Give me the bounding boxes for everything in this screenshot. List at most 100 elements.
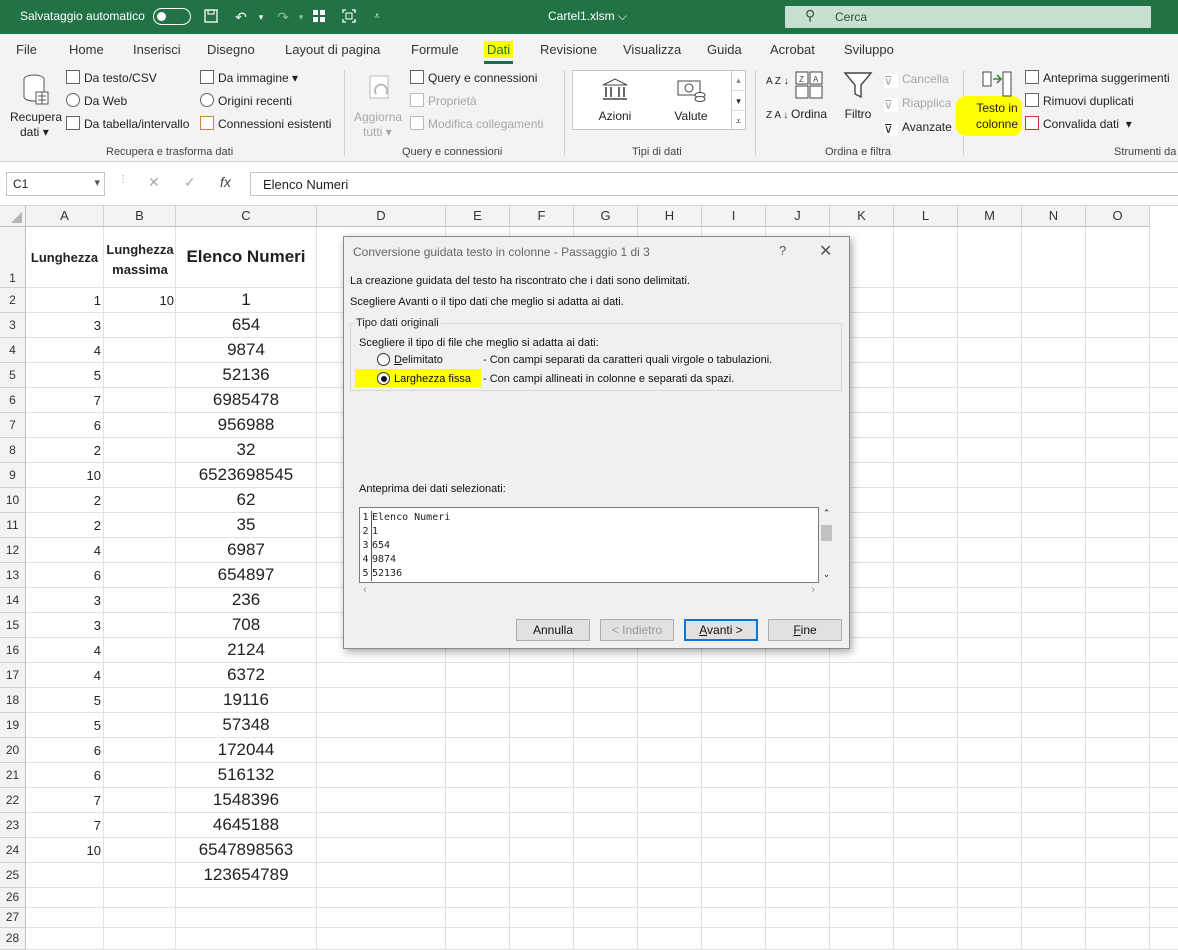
- formula-input[interactable]: Elenco Numeri: [250, 172, 1178, 196]
- tab-formule[interactable]: Formule: [411, 42, 459, 57]
- cell-a14[interactable]: 3: [26, 593, 103, 608]
- cell-c7[interactable]: 956988: [176, 415, 316, 435]
- column-header-m[interactable]: M: [958, 206, 1022, 227]
- cell-a3[interactable]: 3: [26, 318, 103, 333]
- column-header-f[interactable]: F: [510, 206, 574, 227]
- cell-c9[interactable]: 6523698545: [176, 465, 316, 485]
- form-icon[interactable]: [310, 8, 328, 26]
- radio-delimitato[interactable]: [377, 353, 390, 366]
- cell-a11[interactable]: 2: [26, 518, 103, 533]
- row-header-7[interactable]: 7: [0, 413, 26, 438]
- tab-inserisci[interactable]: Inserisci: [133, 42, 181, 57]
- gallery-down-icon[interactable]: ▾: [732, 90, 745, 110]
- cell-c18[interactable]: 19116: [176, 690, 316, 710]
- row-header-14[interactable]: 14: [0, 588, 26, 613]
- cell-c17[interactable]: 6372: [176, 665, 316, 685]
- row-header-26[interactable]: 26: [0, 888, 26, 908]
- cell-c15[interactable]: 708: [176, 615, 316, 635]
- da-web-button[interactable]: Da Web: [66, 93, 127, 108]
- avanzate-button[interactable]: ⊽ Avanzate: [884, 120, 952, 136]
- cell-c4[interactable]: 9874: [176, 340, 316, 360]
- tab-sviluppo[interactable]: Sviluppo: [844, 42, 894, 57]
- column-header-g[interactable]: G: [574, 206, 638, 227]
- cell-c12[interactable]: 6987: [176, 540, 316, 560]
- cell-c10[interactable]: 62: [176, 490, 316, 510]
- row-header-21[interactable]: 21: [0, 763, 26, 788]
- customize-qat-icon[interactable]: ⩡: [368, 8, 386, 26]
- scroll-left-icon[interactable]: ‹: [363, 584, 367, 596]
- cell-a19[interactable]: 5: [26, 718, 103, 733]
- convalida-dati-button[interactable]: Convalida dati ▾: [1025, 116, 1132, 131]
- cell-a22[interactable]: 7: [26, 793, 103, 808]
- cell-a13[interactable]: 6: [26, 568, 103, 583]
- cancella-button[interactable]: ⊽ Cancella: [884, 72, 949, 88]
- cell-c2[interactable]: 1: [176, 290, 316, 310]
- row-header-16[interactable]: 16: [0, 638, 26, 663]
- row-header-2[interactable]: 2: [0, 288, 26, 313]
- connessioni-esistenti-button[interactable]: Connessioni esistenti: [200, 116, 331, 131]
- cell-a5[interactable]: 5: [26, 368, 103, 383]
- cell-c24[interactable]: 6547898563: [176, 840, 316, 860]
- enter-icon[interactable]: ✓: [184, 174, 196, 191]
- row-header-10[interactable]: 10: [0, 488, 26, 513]
- proprieta-button[interactable]: Proprietà: [410, 93, 477, 108]
- modifica-collegamenti-button[interactable]: Modifica collegamenti: [410, 116, 543, 131]
- cell-a1[interactable]: Lunghezza: [26, 250, 103, 265]
- cell-c22[interactable]: 1548396: [176, 790, 316, 810]
- row-header-13[interactable]: 13: [0, 563, 26, 588]
- row-header-22[interactable]: 22: [0, 788, 26, 813]
- query-connessioni-button[interactable]: Query e connessioni: [410, 70, 537, 85]
- cell-c11[interactable]: 35: [176, 515, 316, 535]
- cell-a2[interactable]: 1: [26, 293, 103, 308]
- cell-a8[interactable]: 2: [26, 443, 103, 458]
- larghezza-fissa-label[interactable]: Larghezza fissa: [394, 373, 471, 385]
- cell-c19[interactable]: 57348: [176, 715, 316, 735]
- redo-dropdown-icon[interactable]: ▾: [292, 8, 310, 26]
- avanti-button[interactable]: Avanti >: [684, 619, 758, 641]
- delimitato-label[interactable]: Delimitato: [394, 354, 443, 366]
- name-box[interactable]: C1: [6, 172, 105, 196]
- column-header-o[interactable]: O: [1086, 206, 1150, 227]
- row-header-11[interactable]: 11: [0, 513, 26, 538]
- cell-a6[interactable]: 7: [26, 393, 103, 408]
- da-testo-csv-button[interactable]: Da testo/CSV: [66, 70, 157, 85]
- da-tabella-button[interactable]: Da tabella/intervallo: [66, 116, 189, 131]
- row-header-27[interactable]: 27: [0, 908, 26, 928]
- row-header-20[interactable]: 20: [0, 738, 26, 763]
- rimuovi-duplicati-button[interactable]: Rimuovi duplicati: [1025, 93, 1134, 108]
- scroll-up-icon[interactable]: ⌃: [819, 507, 834, 519]
- column-header-h[interactable]: H: [638, 206, 702, 227]
- help-icon[interactable]: ?: [779, 243, 786, 258]
- cell-c13[interactable]: 654897: [176, 565, 316, 585]
- row-header-5[interactable]: 5: [0, 363, 26, 388]
- tab-guida[interactable]: Guida: [707, 42, 742, 57]
- cell-a7[interactable]: 6: [26, 418, 103, 433]
- testo-in-colonne-button[interactable]: Testo in colonne: [968, 70, 1026, 140]
- row-header-17[interactable]: 17: [0, 663, 26, 688]
- tab-revisione[interactable]: Revisione: [540, 42, 597, 57]
- annulla-button[interactable]: Annulla: [516, 619, 590, 641]
- row-header-18[interactable]: 18: [0, 688, 26, 713]
- radio-larghezza-fissa[interactable]: [377, 372, 390, 385]
- column-header-k[interactable]: K: [830, 206, 894, 227]
- undo-icon[interactable]: ↶: [232, 8, 250, 26]
- cell-c14[interactable]: 236: [176, 590, 316, 610]
- column-header-a[interactable]: A: [26, 206, 104, 227]
- cell-b2[interactable]: 10: [104, 293, 174, 308]
- tab-file[interactable]: File: [16, 42, 37, 57]
- file-name[interactable]: Cartel1.xlsm ⌵: [548, 9, 627, 24]
- redo-icon[interactable]: ↷: [274, 8, 292, 26]
- cell-a4[interactable]: 4: [26, 343, 103, 358]
- cell-c6[interactable]: 6985478: [176, 390, 316, 410]
- preview-horizontal-scrollbar[interactable]: ‹ ›: [359, 584, 819, 598]
- cell-a15[interactable]: 3: [26, 618, 103, 633]
- save-icon[interactable]: [202, 8, 220, 26]
- tab-home[interactable]: Home: [69, 42, 104, 57]
- row-header-23[interactable]: 23: [0, 813, 26, 838]
- gallery-scroll[interactable]: ▴ ▾ ⩡: [731, 70, 745, 130]
- row-header-3[interactable]: 3: [0, 313, 26, 338]
- tab-layout[interactable]: Layout di pagina: [285, 42, 380, 57]
- screenshot-icon[interactable]: [340, 8, 358, 26]
- row-header-15[interactable]: 15: [0, 613, 26, 638]
- cell-c21[interactable]: 516132: [176, 765, 316, 785]
